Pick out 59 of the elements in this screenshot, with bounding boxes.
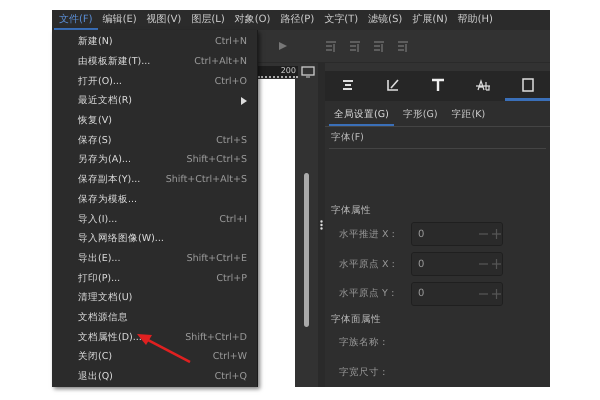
menu-item[interactable]: 保存(S) Ctrl+S	[52, 130, 257, 150]
menu-item[interactable]: 保存为模板...	[52, 190, 257, 210]
tab[interactable]: 字距(K)	[446, 105, 490, 126]
ruler-label: 200	[258, 66, 298, 78]
number-field[interactable]: 0	[411, 222, 503, 246]
menu-item[interactable]: 视图(V)	[142, 10, 186, 30]
menu-item[interactable]: 扩展(N)	[407, 10, 453, 30]
drag-handle-icon[interactable]	[320, 220, 323, 230]
menu-item[interactable]: 另存为(A)... Shift+Ctrl+S	[52, 150, 257, 170]
play-icon[interactable]	[278, 41, 288, 51]
panel-icon	[522, 78, 534, 92]
menu-item[interactable]: 恢复(V)	[52, 110, 257, 130]
menu-item[interactable]: 保存副本(Y)... Shift+Ctrl+Alt+S	[52, 170, 257, 190]
scrollbar-thumb[interactable]	[304, 173, 309, 327]
menu-item[interactable]: 清理文档(U)	[52, 288, 257, 308]
menu-item[interactable]: 导入网络图像(W)...	[52, 228, 257, 249]
field-label: 水平推进 X：	[339, 228, 400, 241]
menu-item[interactable]: 退出(Q) Ctrl+Q	[52, 366, 257, 386]
field-label: 字宽尺寸：	[339, 366, 390, 379]
menu-item[interactable]: 路径(P)	[275, 10, 320, 30]
text-icon	[430, 78, 444, 92]
menu-item[interactable]: 关闭(C) Ctrl+W	[52, 347, 257, 367]
pen-icon	[386, 78, 400, 92]
align-icon[interactable]	[350, 40, 360, 52]
field-label: 水平原点 X：	[339, 258, 400, 271]
section-title: 字体面属性	[330, 312, 382, 327]
menu-item[interactable]: 打印(P)... Ctrl+P	[52, 268, 257, 288]
menu-item[interactable]: 导出(E)... Shift+Ctrl+E	[52, 248, 257, 268]
menu-item[interactable]: 滤镜(S)	[363, 10, 408, 30]
section-title: 字体属性	[330, 204, 372, 218]
align-icon[interactable]	[374, 40, 384, 52]
stepper-icon[interactable]	[478, 229, 502, 240]
menu-item[interactable]: 打开(O)... Ctrl+O	[52, 71, 257, 92]
submenu-arrow-icon	[241, 96, 247, 105]
menu-item[interactable]: 最近文档(R)	[52, 91, 257, 111]
number-field[interactable]: 0	[411, 282, 503, 306]
tab[interactable]: 全局设置(G)	[329, 105, 394, 126]
field-label: 字族名称：	[339, 336, 390, 349]
font-label: 字体(F)	[330, 131, 365, 145]
menu-item[interactable]: 对象(O)	[230, 10, 276, 30]
menu-item[interactable]: 导入(I)... Ctrl+I	[52, 209, 257, 229]
menu-item[interactable]: 文档源信息	[52, 308, 257, 328]
stepper-icon[interactable]	[478, 259, 502, 270]
menu-item[interactable]: 文字(T)	[319, 10, 364, 30]
menu-item[interactable]: 由模板新建(T)... Ctrl+Alt+N	[52, 52, 257, 72]
strikethrough-icon	[476, 78, 490, 92]
field-label: 水平原点 Y：	[339, 287, 399, 300]
tab[interactable]: 字形(G)	[398, 105, 443, 126]
menu-item[interactable]: 帮助(H)	[452, 10, 498, 30]
number-field[interactable]: 0	[411, 252, 503, 276]
menu-item[interactable]: 新建(N) Ctrl+N	[52, 32, 257, 52]
menu-item[interactable]: 编辑(E)	[98, 10, 142, 30]
align-icon	[340, 78, 354, 90]
menu-item[interactable]: 图层(L)	[186, 10, 230, 30]
menu-item[interactable]: 文档属性(D)... Shift+Ctrl+D	[52, 327, 257, 347]
stepper-icon[interactable]	[478, 288, 502, 299]
align-icon[interactable]	[398, 40, 408, 52]
align-icon[interactable]	[326, 40, 336, 52]
monitor-icon[interactable]	[301, 66, 315, 78]
